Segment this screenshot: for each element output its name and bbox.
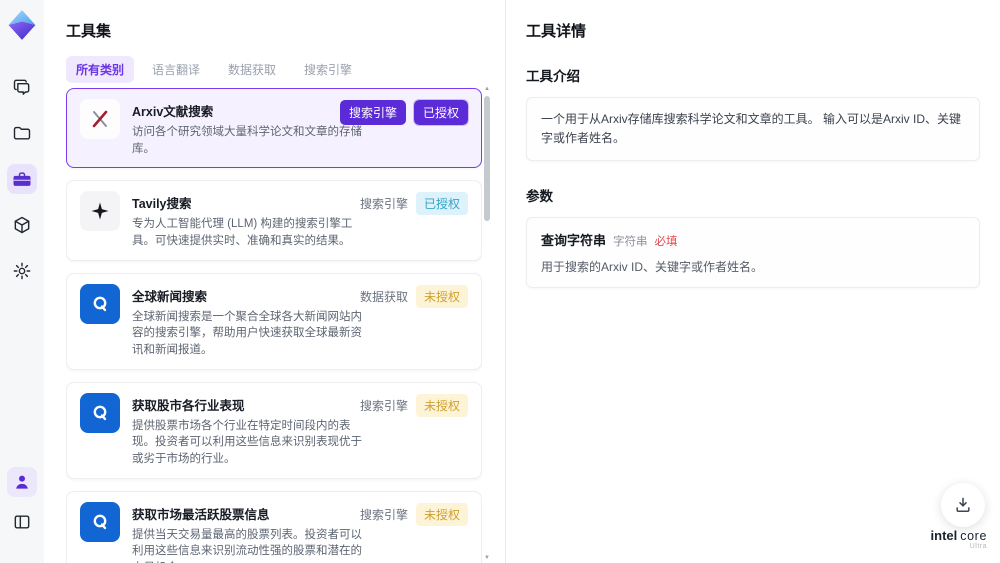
toolbox-icon	[13, 172, 31, 186]
app-logo	[5, 8, 39, 42]
scroll-down-icon[interactable]: ▼	[483, 555, 491, 561]
tool-title: Tavily搜索	[132, 197, 192, 212]
scrollbar-thumb[interactable]	[484, 96, 490, 221]
params-heading: 参数	[526, 189, 553, 205]
tool-description: 全球新闻搜索是一个聚合全球各大新闻网站内容的搜索引擎，帮助用户快速获取全球最新资…	[132, 310, 362, 357]
auth-status-badge: 已授权	[412, 99, 470, 126]
tool-title: 全球新闻搜索	[132, 289, 208, 304]
auth-status-badge: 未授权	[415, 502, 468, 526]
folder-icon	[13, 126, 31, 140]
tool-details-panel: 工具详情 工具介绍 一个用于从Arxiv存储库搜索科学论文和文章的工具。 输入可…	[505, 0, 1000, 563]
tab-data-acquisition[interactable]: 数据获取	[218, 56, 286, 83]
param-type: 字符串	[613, 236, 648, 249]
details-title: 工具详情	[526, 23, 587, 40]
qnews-icon	[80, 283, 120, 324]
cube-icon	[14, 216, 30, 234]
param-description: 用于搜索的Arxiv ID、关键字或作者姓名。	[541, 260, 764, 275]
intel-logo-text: intel	[930, 527, 958, 543]
auth-status-badge: 未授权	[415, 393, 468, 417]
tool-description: 提供股票市场各个行业在特定时间段内的表现。投资者可以利用这些信息来识别表现优于或…	[132, 419, 362, 466]
sidebar-item-files[interactable]	[7, 118, 37, 148]
tool-card-global-news[interactable]: 全球新闻搜索 全球新闻搜索是一个聚合全球各大新闻网站内容的搜索引擎，帮助用户快速…	[66, 272, 482, 370]
sidebar-item-models[interactable]	[7, 210, 37, 240]
ultra-logo-text: Ultra	[969, 543, 987, 551]
param-name: 查询字符串	[541, 233, 607, 249]
category-badge: 数据获取	[359, 289, 408, 304]
tool-title: 获取股市各行业表现	[132, 398, 245, 413]
list-scrollbar[interactable]: ▲ ▼	[483, 86, 491, 561]
user-icon	[16, 475, 28, 489]
tool-card-stock-sectors[interactable]: 获取股市各行业表现 提供股票市场各个行业在特定时间段内的表现。投资者可以利用这些…	[66, 381, 482, 479]
tool-description: 提供当天交易量最高的股票列表。投资者可以利用这些信息来识别流动性强的股票和潜在的…	[132, 528, 362, 563]
tools-panel: 工具集 所有类别 语言翻译 数据获取 搜索引擎 Arxiv文献搜索 访问各个研究…	[44, 0, 505, 563]
tab-language-translation[interactable]: 语言翻译	[142, 56, 210, 83]
tool-description: 访问各个研究领域大量科学论文和文章的存储库。	[132, 126, 362, 155]
page-title: 工具集	[66, 23, 112, 40]
tavily-star-icon	[80, 191, 120, 232]
tool-title: 获取市场最活跃股票信息	[132, 507, 270, 522]
qnews-icon	[80, 392, 120, 433]
download-button[interactable]	[941, 483, 985, 527]
qnews-icon	[80, 501, 120, 542]
tool-title: Arxiv文献搜索	[132, 105, 214, 119]
tool-list: Arxiv文献搜索 访问各个研究领域大量科学论文和文章的存储库。 搜索引擎 已授…	[66, 88, 482, 563]
tab-all-categories[interactable]: 所有类别	[66, 56, 135, 83]
chat-icon	[13, 79, 30, 95]
sidebar-item-settings[interactable]	[7, 256, 37, 286]
sidebar-item-chat[interactable]	[7, 72, 37, 102]
category-tabs: 所有类别 语言翻译 数据获取 搜索引擎	[66, 56, 505, 83]
intro-box: 一个用于从Arxiv存储库搜索科学论文和文章的工具。 输入可以是Arxiv ID…	[526, 97, 980, 162]
auth-status-badge: 未授权	[415, 284, 468, 308]
left-sidebar	[0, 0, 44, 563]
intel-core-logo: intel core Ultra	[930, 527, 987, 551]
gear-icon	[13, 262, 31, 280]
tool-description: 专为人工智能代理 (LLM) 构建的搜索引擎工具。可快速提供实时、准确和真实的结…	[132, 218, 353, 248]
scroll-up-icon[interactable]: ▲	[483, 86, 491, 92]
core-logo-text: core	[960, 528, 987, 543]
param-box: 查询字符串 字符串 必填 用于搜索的Arxiv ID、关键字或作者姓名。	[526, 217, 980, 289]
sidebar-item-tools[interactable]	[7, 164, 37, 194]
tool-card-active-stocks[interactable]: 获取市场最活跃股票信息 提供当天交易量最高的股票列表。投资者可以利用这些信息来识…	[66, 490, 482, 563]
panel-toggle-icon	[14, 515, 30, 529]
tool-card-tavily[interactable]: Tavily搜索 专为人工智能代理 (LLM) 构建的搜索引擎工具。可快速提供实…	[66, 180, 482, 261]
intro-text: 一个用于从Arxiv存储库搜索科学论文和文章的工具。 输入可以是Arxiv ID…	[541, 112, 962, 146]
tool-card-arxiv[interactable]: Arxiv文献搜索 访问各个研究领域大量科学论文和文章的存储库。 搜索引擎 已授…	[66, 88, 482, 169]
category-badge: 搜索引擎	[359, 398, 408, 413]
intro-heading: 工具介绍	[526, 69, 580, 84]
tab-search-engine[interactable]: 搜索引擎	[294, 56, 362, 83]
arxiv-icon	[80, 99, 120, 139]
category-badge: 搜索引擎	[359, 507, 408, 522]
category-badge: 搜索引擎	[339, 100, 406, 125]
auth-status-badge: 已授权	[415, 192, 468, 216]
param-required-flag: 必填	[654, 236, 678, 249]
sidebar-item-account[interactable]	[7, 467, 37, 497]
download-icon	[956, 497, 970, 512]
sidebar-item-collapse[interactable]	[7, 507, 37, 537]
category-badge: 搜索引擎	[359, 197, 408, 212]
